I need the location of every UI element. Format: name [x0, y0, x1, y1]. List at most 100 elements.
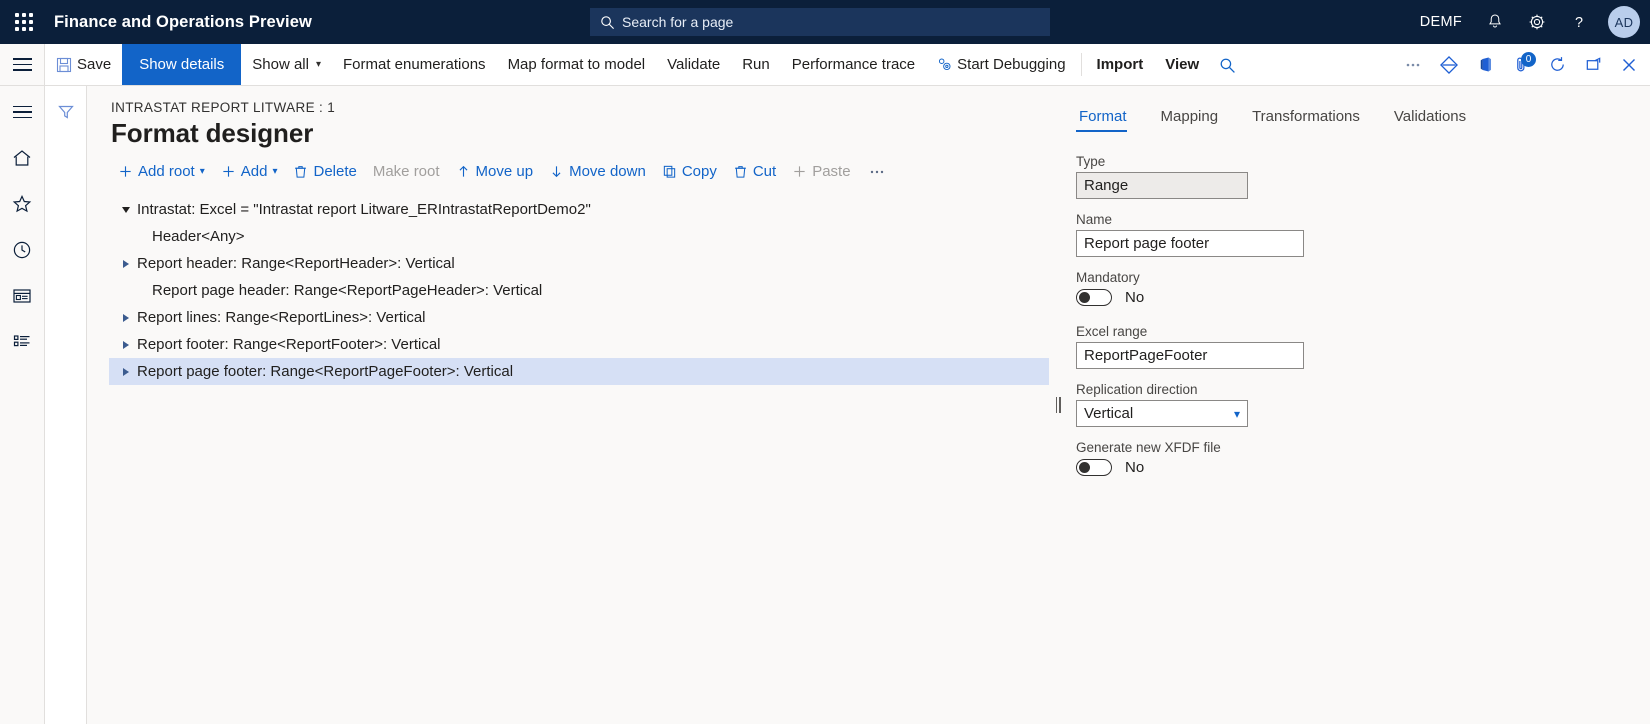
copy-icon — [663, 165, 675, 178]
tree-node-intrastat[interactable]: Intrastat: Excel = "Intrastat report Lit… — [109, 196, 1049, 223]
help-button[interactable]: ? — [1560, 0, 1598, 44]
expander-expand-icon[interactable] — [115, 340, 137, 349]
show-all-menu[interactable]: Show all ▾ — [241, 44, 332, 85]
tab-validations[interactable]: Validations — [1391, 104, 1479, 132]
attachments-button[interactable]: 0 — [1504, 44, 1538, 86]
paste-label: Paste — [812, 163, 851, 180]
expander-expand-icon[interactable] — [115, 259, 137, 268]
copy-label: Copy — [681, 163, 717, 180]
expander-expand-icon[interactable] — [115, 367, 137, 376]
personalize-button[interactable] — [1432, 44, 1466, 86]
make-root-button[interactable]: Make root — [366, 159, 447, 184]
tree-node-report-page-footer[interactable]: Report page footer: Range<ReportPageFoot… — [109, 358, 1049, 385]
import-button[interactable]: Import — [1086, 44, 1155, 85]
tree-node-label: Report footer: Range<ReportFooter>: Vert… — [137, 336, 441, 353]
excel-range-label: Excel range — [1076, 324, 1148, 339]
tree-node-report-header[interactable]: Report header: Range<ReportHeader>: Vert… — [109, 250, 1049, 277]
properties-pane: Format Mapping Transformations Validatio… — [1054, 86, 1650, 724]
format-enumerations-button[interactable]: Format enumerations — [332, 44, 497, 85]
generate-xfdf-toggle[interactable] — [1076, 459, 1112, 476]
settings-button[interactable] — [1518, 0, 1556, 44]
nav-home-button[interactable] — [5, 142, 39, 174]
global-search-input[interactable]: Search for a page — [590, 8, 1050, 36]
view-label: View — [1165, 56, 1200, 73]
add-root-label: Add root — [138, 163, 195, 180]
save-button[interactable]: Save — [45, 44, 122, 85]
page-body: INTRASTAT REPORT LITWARE : 1 Format desi… — [0, 86, 1650, 724]
filter-pane-button[interactable] — [56, 102, 76, 724]
cut-button[interactable]: Cut — [726, 159, 783, 184]
import-label: Import — [1096, 56, 1144, 73]
expander-collapse-icon[interactable] — [115, 206, 137, 213]
arrow-down-icon — [552, 166, 561, 178]
navigation-menu-button[interactable] — [0, 44, 45, 85]
copy-button[interactable]: Copy — [655, 159, 724, 184]
pane-splitter[interactable] — [1054, 86, 1062, 724]
toggle-knob — [1079, 292, 1090, 303]
map-format-to-model-button[interactable]: Map format to model — [497, 44, 657, 85]
top-navigation-bar: Finance and Operations Preview Search fo… — [0, 0, 1650, 44]
move-up-button[interactable]: Move up — [449, 159, 541, 184]
name-field: Name Report page footer — [1076, 212, 1650, 257]
nav-recent-button[interactable] — [5, 234, 39, 266]
expander-expand-icon[interactable] — [115, 313, 137, 322]
debug-gear-icon — [939, 58, 951, 71]
avatar[interactable]: AD — [1608, 6, 1640, 38]
popout-icon — [1586, 57, 1600, 70]
tree-more-button[interactable] — [860, 160, 894, 184]
tab-mapping[interactable]: Mapping — [1158, 104, 1232, 132]
overflow-menu-button[interactable] — [1396, 44, 1430, 86]
add-root-button[interactable]: Add root ▾ — [111, 159, 212, 184]
delete-button[interactable]: Delete — [286, 159, 363, 184]
show-all-label: Show all — [252, 56, 309, 73]
tree-node-report-page-header[interactable]: Report page header: Range<ReportPageHead… — [109, 277, 1049, 304]
tab-format[interactable]: Format — [1076, 104, 1140, 132]
view-button[interactable]: View — [1154, 44, 1210, 85]
breadcrumb: INTRASTAT REPORT LITWARE : 1 — [111, 100, 336, 115]
excel-range-input[interactable]: ReportPageFooter — [1076, 342, 1304, 369]
open-in-office-button[interactable] — [1468, 44, 1502, 86]
start-debugging-button[interactable]: Start Debugging — [926, 44, 1076, 85]
move-down-button[interactable]: Move down — [542, 159, 653, 184]
cut-label: Cut — [752, 163, 777, 180]
paste-button[interactable]: Paste — [785, 159, 857, 184]
replication-direction-select[interactable]: Vertical ▾ — [1076, 400, 1248, 427]
delete-label: Delete — [313, 163, 357, 180]
name-input[interactable]: Report page footer — [1076, 230, 1304, 257]
mandatory-toggle[interactable] — [1076, 289, 1112, 306]
validate-label: Validate — [667, 56, 721, 73]
performance-trace-button[interactable]: Performance trace — [781, 44, 926, 85]
nav-expand-button[interactable] — [5, 96, 39, 128]
close-button[interactable] — [1612, 44, 1646, 86]
nav-favorites-button[interactable] — [5, 188, 39, 220]
svg-text:?: ? — [1575, 15, 1583, 31]
tree-node-report-lines[interactable]: Report lines: Range<ReportLines>: Vertic… — [109, 304, 1049, 331]
properties-tabs: Format Mapping Transformations Validatio… — [1076, 104, 1650, 132]
tree-node-report-footer[interactable]: Report footer: Range<ReportFooter>: Vert… — [109, 331, 1049, 358]
tree-node-header[interactable]: Header<Any> — [109, 223, 1049, 250]
save-icon — [56, 57, 72, 72]
left-navigation-rail — [0, 86, 45, 724]
show-details-button[interactable]: Show details — [122, 44, 242, 85]
validate-button[interactable]: Validate — [656, 44, 731, 85]
tree-node-label: Report header: Range<ReportHeader>: Vert… — [137, 255, 455, 272]
diamond-icon — [1440, 55, 1458, 74]
show-details-label: Show details — [139, 56, 225, 73]
company-selector[interactable]: DEMF — [1410, 14, 1472, 30]
nav-modules-button[interactable] — [5, 326, 39, 358]
nav-workspaces-button[interactable] — [5, 280, 39, 312]
format-tree-pane: INTRASTAT REPORT LITWARE : 1 Format desi… — [87, 86, 1054, 724]
workspace-icon — [13, 289, 31, 303]
notifications-button[interactable] — [1476, 0, 1514, 44]
open-in-new-window-button[interactable] — [1576, 44, 1610, 86]
move-down-label: Move down — [569, 163, 646, 180]
gear-icon — [1529, 14, 1545, 30]
arrow-up-icon — [459, 165, 468, 177]
add-button[interactable]: Add ▾ — [214, 159, 285, 184]
run-button[interactable]: Run — [731, 44, 781, 85]
tree-node-label: Header<Any> — [152, 228, 245, 245]
tab-transformations[interactable]: Transformations — [1249, 104, 1373, 132]
app-launcher-button[interactable] — [0, 0, 48, 44]
refresh-button[interactable] — [1540, 44, 1574, 86]
page-search-button[interactable] — [1210, 44, 1244, 86]
